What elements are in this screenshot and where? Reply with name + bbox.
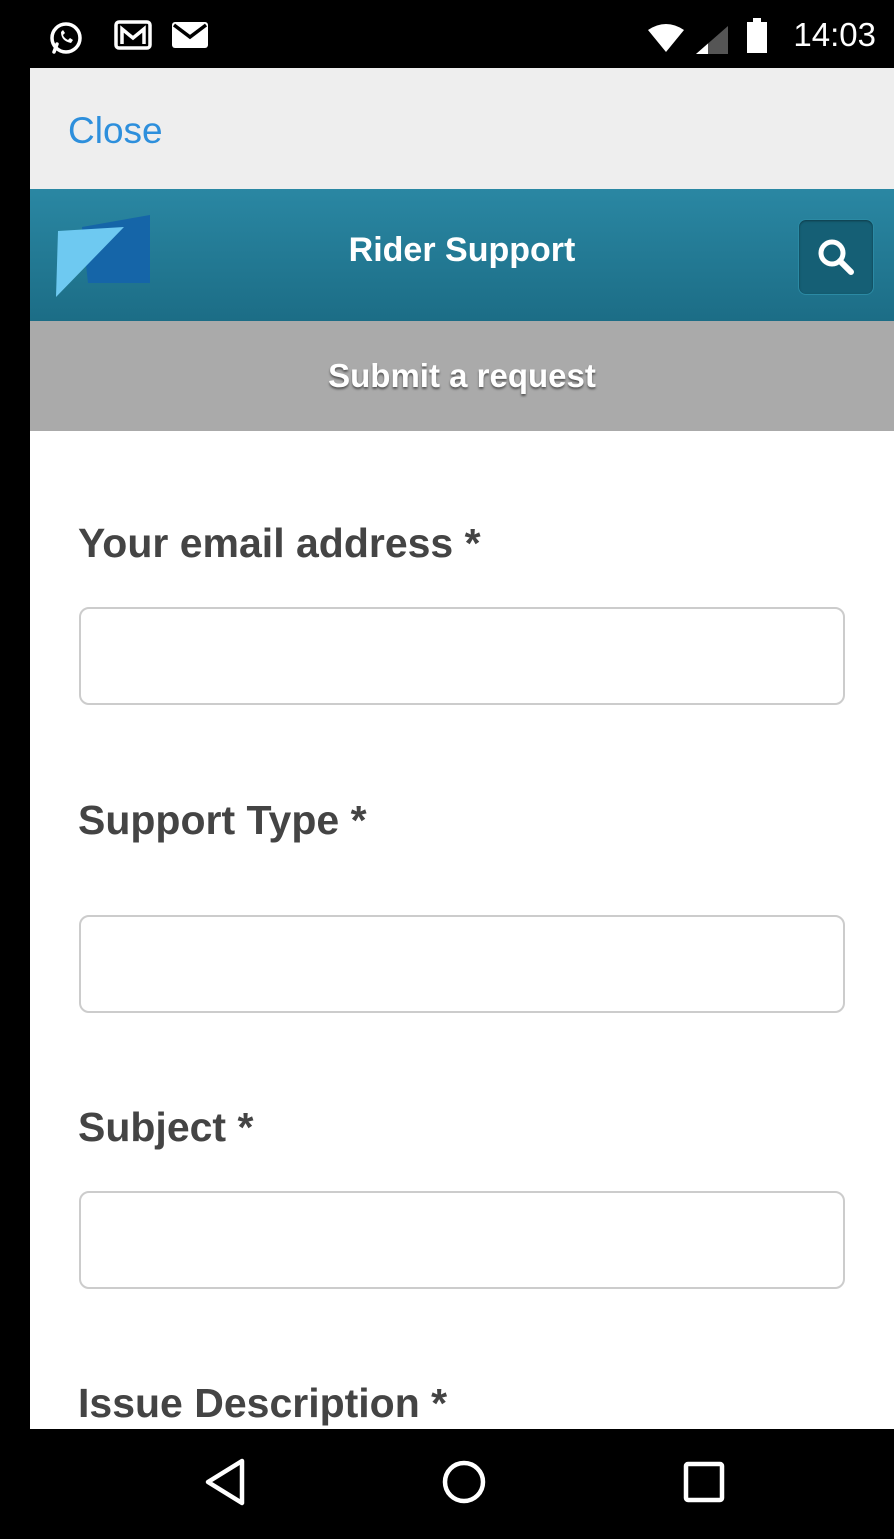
recents-icon[interactable] bbox=[682, 1457, 726, 1512]
battery-icon bbox=[746, 18, 768, 59]
wifi-icon bbox=[646, 24, 686, 59]
close-bar: Close bbox=[30, 68, 894, 189]
email-field[interactable] bbox=[79, 607, 845, 705]
signal-icon bbox=[694, 24, 730, 61]
screen: 14:03 Close Rider Support Submit a reque… bbox=[30, 0, 894, 1539]
search-button[interactable] bbox=[798, 219, 874, 295]
email-label: Your email address * bbox=[78, 520, 481, 566]
app-header: Rider Support bbox=[30, 189, 894, 321]
gmail-icon bbox=[114, 20, 152, 55]
back-icon[interactable] bbox=[202, 1457, 248, 1512]
navigation-bar bbox=[30, 1429, 894, 1539]
search-icon bbox=[818, 239, 854, 275]
subject-field[interactable] bbox=[79, 1191, 845, 1289]
support-type-field[interactable] bbox=[79, 915, 845, 1013]
support-type-label: Support Type * bbox=[78, 797, 367, 843]
status-bar: 14:03 bbox=[30, 0, 894, 68]
whatsapp-icon bbox=[48, 20, 84, 61]
page-title: Submit a request bbox=[328, 357, 596, 394]
sub-header: Submit a request bbox=[30, 321, 894, 431]
header-title: Rider Support bbox=[348, 231, 576, 269]
close-button[interactable]: Close bbox=[68, 110, 163, 152]
subject-label: Subject * bbox=[78, 1104, 254, 1150]
home-icon[interactable] bbox=[440, 1457, 488, 1512]
device-bezel bbox=[0, 0, 30, 1539]
status-time: 14:03 bbox=[793, 16, 876, 53]
issue-description-label: Issue Description * bbox=[78, 1380, 448, 1426]
mail-icon bbox=[170, 20, 210, 55]
